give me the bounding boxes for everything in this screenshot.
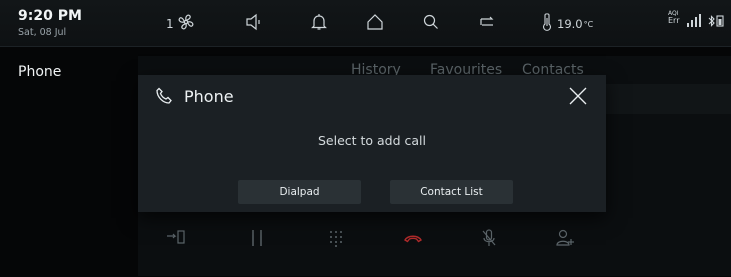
transfer-call-icon[interactable]: [165, 227, 187, 249]
temperature-unit: °C: [583, 19, 594, 29]
keypad-icon[interactable]: [325, 227, 347, 249]
call-controls: [0, 213, 731, 259]
dialpad-button[interactable]: Dialpad: [238, 180, 361, 204]
volume-icon[interactable]: [243, 11, 265, 33]
fan-level: 1: [166, 17, 174, 31]
close-icon[interactable]: [568, 86, 588, 106]
dialog-message: Select to add call: [317, 133, 427, 148]
aqi-indicator: AQI Err: [668, 11, 680, 25]
add-contact-icon[interactable]: [554, 227, 576, 249]
page-title: Phone: [18, 64, 62, 80]
climate-temperature[interactable]: 19.0 °C: [541, 12, 593, 36]
fan-icon: [176, 12, 196, 36]
bell-icon[interactable]: [308, 11, 330, 33]
contact-list-button[interactable]: Contact List: [390, 180, 513, 204]
clock-time: 9:20 PM: [18, 8, 82, 24]
hold-icon[interactable]: [246, 227, 268, 249]
thermometer-icon: [541, 12, 553, 36]
status-bar: 9:20 PM Sat, 08 Jul 1 19.0 °C AQI Err: [0, 0, 731, 47]
phone-icon: [154, 86, 174, 106]
fan-control[interactable]: 1: [166, 12, 196, 36]
dialog-title: Phone: [184, 87, 234, 106]
aqi-value: Err: [668, 16, 680, 25]
temperature-value: 19.0: [557, 17, 583, 31]
clock-date: Sat, 08 Jul: [18, 27, 67, 38]
end-call-icon[interactable]: [402, 227, 424, 249]
signal-icon: [686, 13, 702, 32]
mute-mic-icon[interactable]: [478, 227, 500, 249]
screen-cast-icon[interactable]: [476, 11, 498, 33]
home-icon[interactable]: [364, 11, 386, 33]
add-call-dialog: Phone Select to add call Dialpad Contact…: [138, 75, 606, 212]
search-icon[interactable]: [420, 11, 442, 33]
bluetooth-battery-icon: [707, 13, 725, 32]
